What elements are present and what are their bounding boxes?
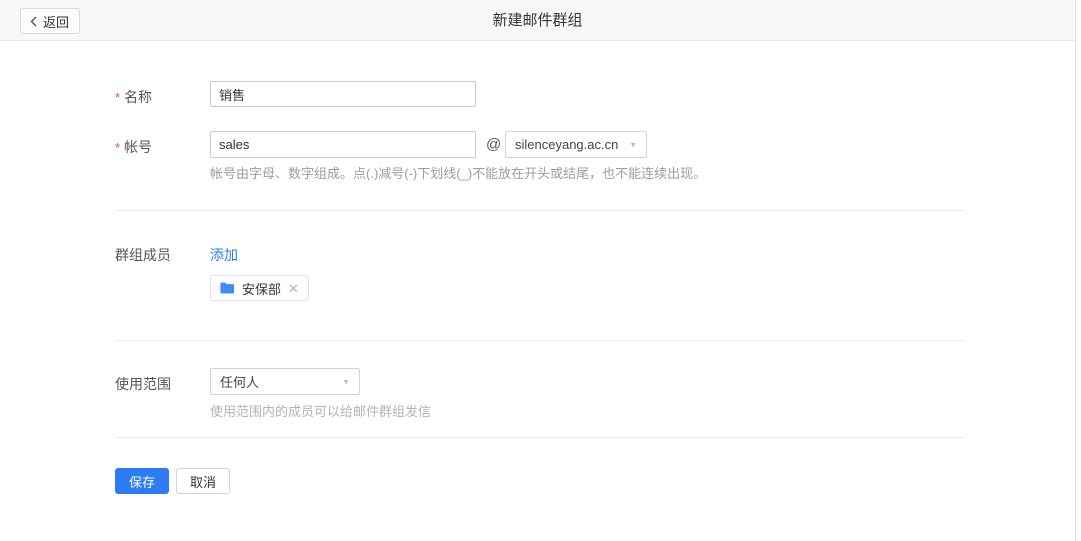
divider: [115, 437, 965, 438]
topbar: 返回 新建邮件群组: [0, 0, 1075, 41]
name-label: *名称: [115, 87, 152, 107]
divider: [115, 340, 965, 341]
chevron-down-icon: ▼: [629, 140, 637, 149]
page-title: 新建邮件群组: [492, 0, 582, 41]
add-member-link[interactable]: 添加: [210, 245, 238, 265]
domain-select-value: silenceyang.ac.cn: [515, 137, 618, 152]
domain-select[interactable]: silenceyang.ac.cn ▼: [505, 131, 647, 158]
save-button[interactable]: 保存: [115, 468, 169, 494]
folder-icon: [220, 282, 235, 294]
divider: [115, 210, 965, 211]
scope-select-value: 任何人: [220, 372, 259, 391]
account-label: *帐号: [115, 137, 152, 157]
name-input[interactable]: [210, 81, 476, 107]
back-button-label: 返回: [43, 12, 69, 31]
member-tag: 安保部 ✕: [210, 275, 309, 301]
required-marker: *: [115, 140, 120, 155]
scope-hint: 使用范围内的成员可以给邮件群组发信: [210, 401, 431, 420]
account-input[interactable]: [210, 131, 476, 158]
close-icon[interactable]: ✕: [288, 282, 299, 295]
new-mail-group-page: 返回 新建邮件群组 *名称 *帐号 @ silenceyang.ac.cn ▼ …: [0, 0, 1076, 541]
cancel-button[interactable]: 取消: [176, 468, 230, 494]
back-button[interactable]: 返回: [20, 8, 80, 34]
scope-label: 使用范围: [115, 374, 171, 394]
members-label: 群组成员: [115, 245, 171, 265]
required-marker: *: [115, 90, 120, 105]
member-tag-label: 安保部: [242, 279, 281, 298]
chevron-down-icon: ▼: [342, 377, 350, 386]
chevron-left-icon: [29, 16, 38, 27]
account-hint: 帐号由字母、数字组成。点(.)减号(-)下划线(_)不能放在开头或结尾，也不能连…: [210, 163, 706, 182]
at-symbol: @: [486, 136, 501, 153]
scope-select[interactable]: 任何人 ▼: [210, 368, 360, 395]
